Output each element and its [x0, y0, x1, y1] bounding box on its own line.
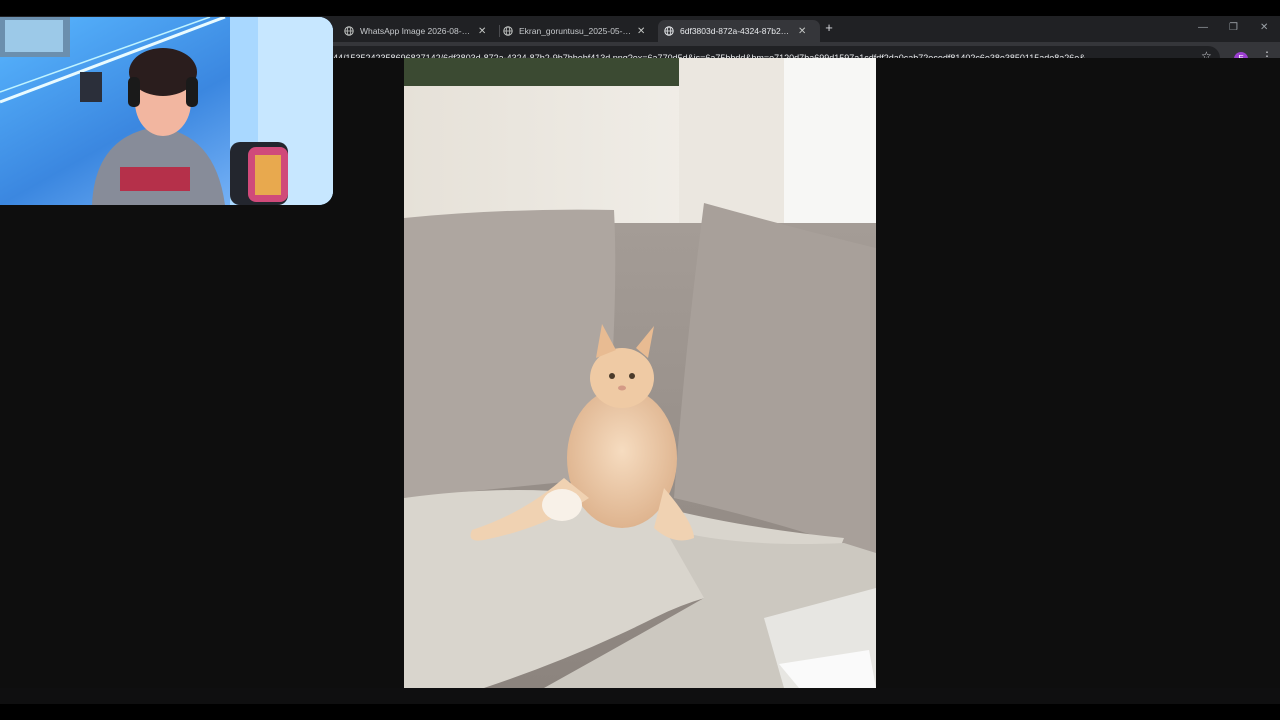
window-close-button[interactable]: ✕ [1260, 22, 1268, 33]
globe-icon [344, 26, 354, 36]
tab-6df3803d-image[interactable]: 6df3803d-872a-4324-87b2-9b7... ✕ [658, 20, 820, 42]
bottom-letterbox [0, 704, 1280, 720]
tab-title: WhatsApp Image 2026-08-07 at... [360, 26, 472, 36]
tab-title: 6df3803d-872a-4324-87b2-9b7... [680, 26, 792, 36]
restore-button[interactable]: ❐ [1229, 22, 1238, 33]
webcam-overlay [0, 17, 333, 205]
webcam-feed [0, 17, 333, 205]
close-icon[interactable]: ✕ [478, 26, 486, 37]
close-icon[interactable]: ✕ [798, 26, 806, 37]
cat-photo[interactable] [404, 58, 876, 688]
tab-title: Ekran_goruntusu_2025-05-29_0... [519, 26, 631, 36]
close-icon[interactable]: ✕ [637, 26, 645, 37]
top-letterbox [0, 0, 1280, 16]
minimize-button[interactable]: — [1198, 22, 1208, 33]
globe-icon [664, 26, 674, 36]
tab-ekran-goruntusu[interactable]: Ekran_goruntusu_2025-05-29_0... ✕ [503, 20, 653, 42]
cat-photo-image [404, 58, 876, 688]
new-tab-button[interactable]: + [822, 21, 836, 35]
tab-whatsapp-image[interactable]: WhatsApp Image 2026-08-07 at... ✕ [344, 20, 494, 42]
tab-divider [499, 25, 500, 37]
globe-icon [503, 26, 513, 36]
